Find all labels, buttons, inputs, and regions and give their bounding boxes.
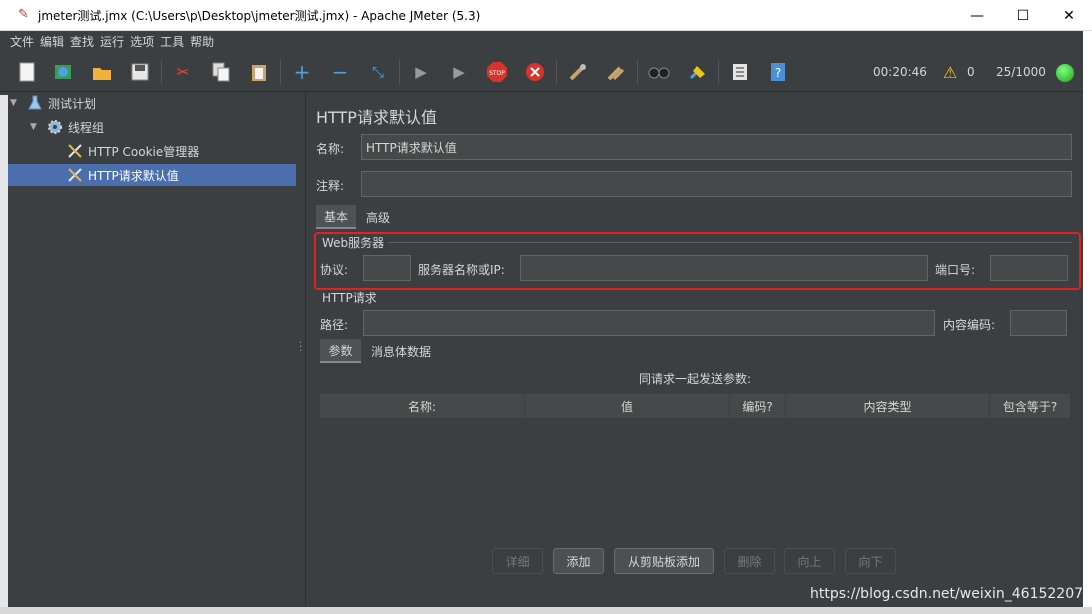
- content-encoding-input[interactable]: [1010, 310, 1067, 336]
- parameters-caption: 同请求一起发送参数:: [638, 372, 752, 386]
- minimize-button[interactable]: —: [954, 0, 1000, 31]
- column-header-encode[interactable]: 编码?: [730, 394, 786, 418]
- menu-search[interactable]: 查找: [70, 33, 94, 50]
- title-bar: ✎ jmeter测试.jmx (C:\Users\p\Desktop\jmete…: [0, 0, 1092, 31]
- add-from-clipboard-button[interactable]: 从剪贴板添加: [614, 548, 714, 574]
- column-header-value[interactable]: 值: [525, 394, 730, 418]
- toggle-icon[interactable]: ⤡: [366, 60, 390, 84]
- comment-label: 注释:: [316, 179, 345, 193]
- menu-run[interactable]: 运行: [100, 33, 124, 50]
- tree-item-cookie-manager[interactable]: HTTP Cookie管理器: [66, 140, 199, 162]
- background-window-edge-left: [0, 95, 8, 614]
- page-title: HTTP请求默认值: [316, 108, 437, 127]
- elapsed-time: 00:20:46: [873, 65, 927, 79]
- background-window-edge: [1083, 31, 1092, 614]
- delete-button[interactable]: 删除: [724, 548, 775, 574]
- tree-item-test-plan[interactable]: ▼ 测试计划: [10, 92, 96, 114]
- copy-icon[interactable]: [209, 60, 233, 84]
- warning-icon[interactable]: ⚠: [943, 63, 957, 82]
- tab-body-data[interactable]: 消息体数据: [366, 339, 436, 363]
- parameters-table-header: 名称: 值 编码? 内容类型 包含等于?: [320, 394, 1070, 418]
- config-panel: HTTP请求默认值 名称: HTTP请求默认值 注释: 基本 高级 Web服务器…: [306, 92, 1083, 607]
- cut-icon[interactable]: ✂: [171, 60, 195, 84]
- name-label: 名称:: [316, 142, 345, 156]
- templates-icon[interactable]: [51, 60, 75, 84]
- broom-icon[interactable]: [685, 60, 709, 84]
- panel-splitter[interactable]: · · ·: [296, 92, 306, 607]
- watermark: https://blog.csdn.net/weixin_46152207: [810, 586, 1084, 602]
- stop-icon[interactable]: STOP: [485, 60, 509, 84]
- column-header-include-equals[interactable]: 包含等于?: [990, 394, 1070, 418]
- menu-help[interactable]: 帮助: [190, 33, 214, 50]
- menu-bar: 文件 编辑 查找 运行 选项 工具 帮助: [0, 31, 1083, 52]
- content-encoding-label: 内容编码:: [943, 318, 996, 332]
- gear-icon: [46, 118, 64, 136]
- tools-icon: [66, 166, 84, 184]
- expand-icon[interactable]: +: [290, 60, 314, 84]
- chevron-down-icon[interactable]: ▼: [10, 98, 22, 108]
- comment-input[interactable]: [361, 171, 1072, 197]
- save-icon[interactable]: [128, 60, 152, 84]
- tab-basic[interactable]: 基本: [316, 205, 356, 229]
- window-controls: — ☐ ✕: [954, 0, 1092, 31]
- path-input[interactable]: [363, 310, 935, 336]
- flask-icon: [26, 94, 44, 112]
- tools-icon: [66, 142, 84, 160]
- tree-item-label: HTTP Cookie管理器: [88, 144, 200, 159]
- clear-all-icon[interactable]: [604, 60, 628, 84]
- tab-parameters[interactable]: 参数: [320, 339, 361, 363]
- help-icon[interactable]: ?: [766, 60, 790, 84]
- tree-item-label: HTTP请求默认值: [88, 168, 179, 183]
- move-down-button[interactable]: 向下: [845, 548, 896, 574]
- detail-button[interactable]: 详细: [492, 548, 543, 574]
- column-header-name[interactable]: 名称:: [320, 394, 525, 418]
- menu-file[interactable]: 文件: [10, 33, 34, 50]
- warning-count: 0: [967, 65, 975, 79]
- new-icon[interactable]: [15, 60, 39, 84]
- tab-advanced[interactable]: 高级: [358, 205, 398, 229]
- splitter-grip-icon: · · ·: [299, 338, 303, 357]
- taskbar-strip: [0, 607, 1092, 614]
- thread-count: 25/1000: [996, 65, 1046, 79]
- red-highlight-box: [314, 232, 1081, 290]
- menu-tools[interactable]: 工具: [160, 33, 184, 50]
- shutdown-icon[interactable]: [523, 60, 547, 84]
- svg-text:STOP: STOP: [489, 70, 505, 77]
- chevron-down-icon[interactable]: ▼: [30, 122, 42, 132]
- collapse-icon[interactable]: −: [328, 60, 352, 84]
- jmeter-feather-icon: ✎: [18, 7, 29, 22]
- tree-item-thread-group[interactable]: ▼ 线程组: [30, 116, 104, 138]
- menu-options[interactable]: 选项: [130, 33, 154, 50]
- menu-edit[interactable]: 编辑: [40, 33, 64, 50]
- svg-text:?: ?: [775, 66, 781, 80]
- paste-icon[interactable]: [247, 60, 271, 84]
- clear-icon[interactable]: [566, 60, 590, 84]
- open-icon[interactable]: [90, 60, 114, 84]
- maximize-button[interactable]: ☐: [1000, 0, 1046, 31]
- status-indicator-icon: [1056, 64, 1074, 82]
- function-helper-icon[interactable]: [728, 60, 752, 84]
- test-plan-tree: ▼ 测试计划 ▼ 线程组 HTTP Cookie管理器 HTTP请求默认值: [8, 92, 296, 607]
- close-button[interactable]: ✕: [1046, 0, 1092, 31]
- name-input[interactable]: HTTP请求默认值: [361, 134, 1072, 160]
- binoculars-icon[interactable]: [647, 60, 671, 84]
- tree-item-http-defaults[interactable]: HTTP请求默认值: [8, 164, 296, 186]
- http-request-group-title: HTTP请求: [322, 291, 377, 305]
- start-no-pause-icon[interactable]: ▶: [447, 60, 471, 84]
- path-label: 路径:: [320, 318, 349, 332]
- add-button[interactable]: 添加: [553, 548, 604, 574]
- window-title: jmeter测试.jmx (C:\Users\p\Desktop\jmeter测…: [38, 8, 481, 23]
- toolbar: ✂ + − ⤡ ▶ ▶ STOP ? 00:20:46 ⚠ 0 25/1000: [0, 52, 1083, 92]
- tree-item-label: 测试计划: [48, 96, 97, 111]
- start-icon[interactable]: ▶: [409, 60, 433, 84]
- move-up-button[interactable]: 向上: [784, 548, 835, 574]
- tree-item-label: 线程组: [68, 120, 105, 135]
- column-header-content-type[interactable]: 内容类型: [786, 394, 990, 418]
